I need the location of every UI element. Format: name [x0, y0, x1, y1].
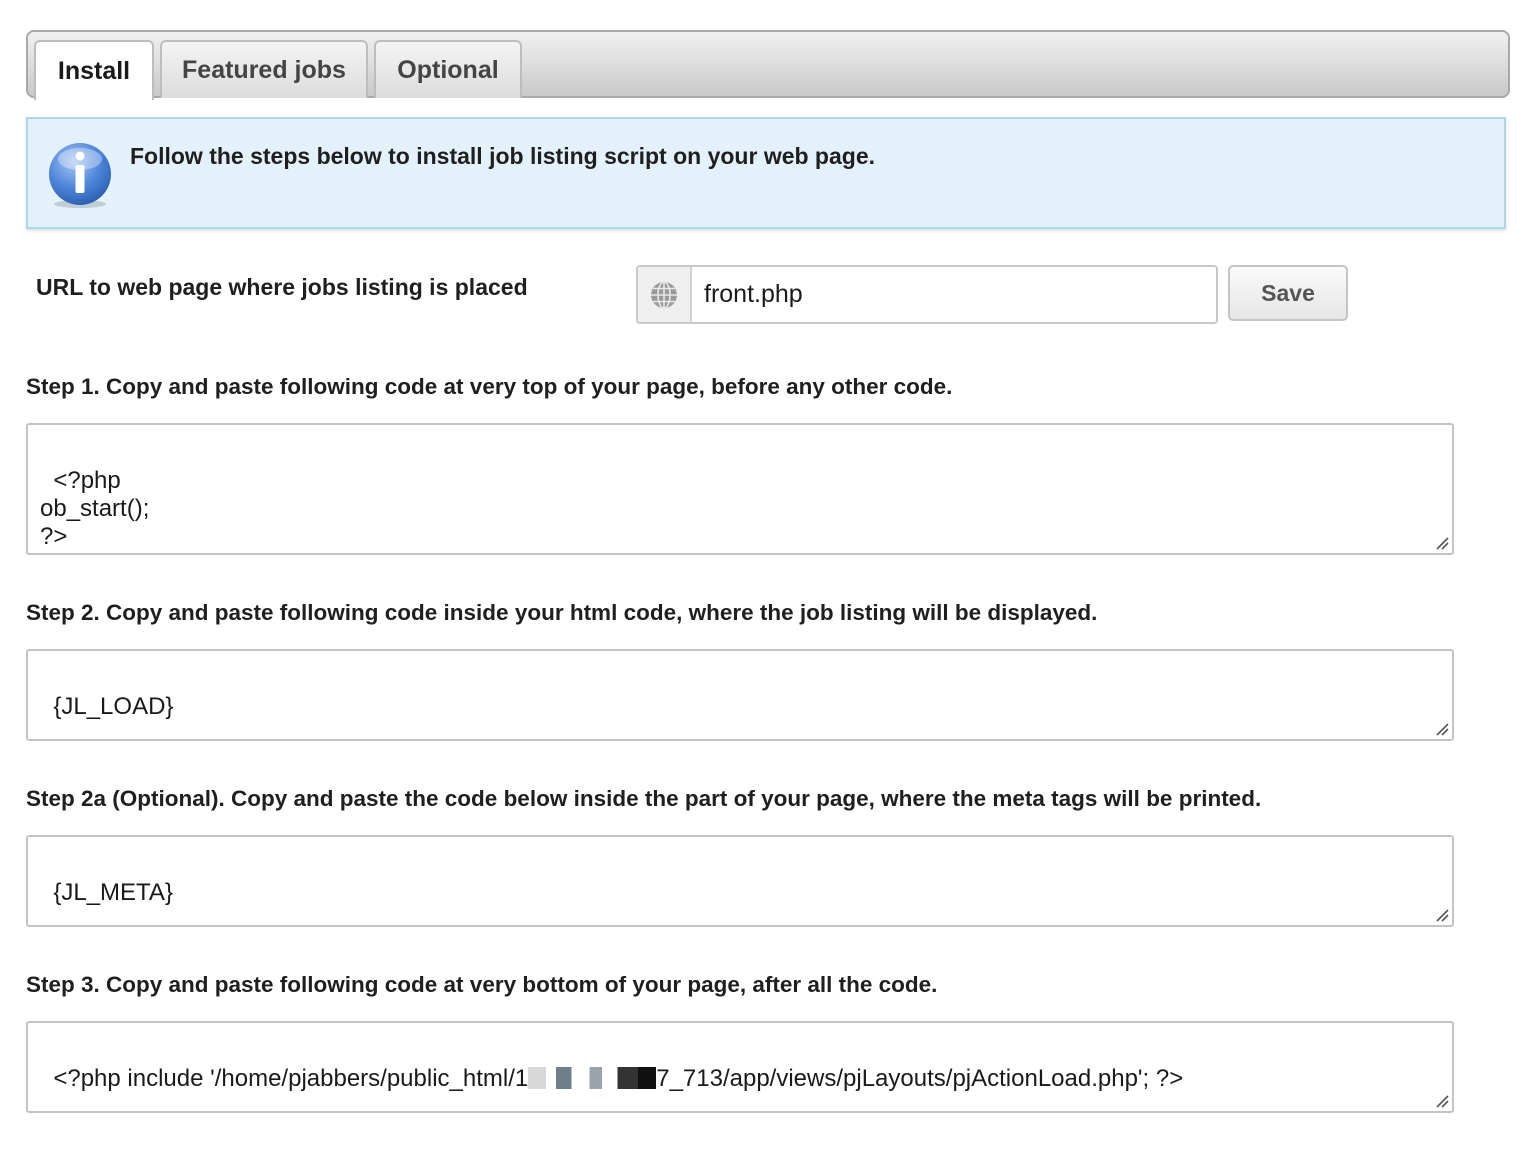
- step-2-code-text: {JL_LOAD}: [53, 693, 174, 720]
- step-2-label: Step 2. Copy and paste following code in…: [26, 600, 1098, 625]
- url-field[interactable]: [636, 265, 1218, 324]
- url-addon: [638, 267, 692, 322]
- tab-bar: Install Featured jobs Optional: [26, 30, 1510, 100]
- globe-icon: [651, 280, 677, 309]
- tab-install[interactable]: Install: [34, 40, 154, 100]
- step-1-label: Step 1. Copy and paste following code at…: [26, 374, 953, 399]
- url-label: URL to web page where jobs listing is pl…: [36, 274, 528, 300]
- step-3-code-suffix: 7_713/app/views/pjLayouts/pjActionLoad.p…: [656, 1065, 1184, 1092]
- step-1-code-text: <?php ob_start(); ?>: [40, 467, 150, 550]
- resize-grip-icon[interactable]: [1435, 1094, 1449, 1108]
- step-2-code[interactable]: {JL_LOAD}: [26, 649, 1454, 741]
- tab-optional[interactable]: Optional: [374, 40, 522, 98]
- redacted-path-segment: [528, 1067, 657, 1089]
- url-input[interactable]: [694, 267, 1216, 322]
- info-icon: [49, 143, 111, 208]
- step-3-code[interactable]: <?php include '/home/pjabbers/public_htm…: [26, 1021, 1454, 1113]
- resize-grip-icon[interactable]: [1435, 908, 1449, 922]
- step-1-code[interactable]: <?php ob_start(); ?>: [26, 423, 1454, 555]
- info-message: Follow the steps below to install job li…: [130, 143, 876, 169]
- step-2a-code-text: {JL_META}: [53, 879, 173, 906]
- step-3-label: Step 3. Copy and paste following code at…: [26, 972, 938, 997]
- step-2a-code[interactable]: {JL_META}: [26, 835, 1454, 927]
- save-button[interactable]: Save: [1228, 265, 1348, 321]
- resize-grip-icon[interactable]: [1435, 722, 1449, 736]
- step-2a-label: Step 2a (Optional). Copy and paste the c…: [26, 786, 1262, 811]
- resize-grip-icon[interactable]: [1435, 536, 1449, 550]
- step-3-code-prefix: <?php include '/home/pjabbers/public_htm…: [53, 1065, 529, 1092]
- info-notice: Follow the steps below to install job li…: [26, 117, 1506, 229]
- tab-featured-jobs[interactable]: Featured jobs: [160, 40, 368, 98]
